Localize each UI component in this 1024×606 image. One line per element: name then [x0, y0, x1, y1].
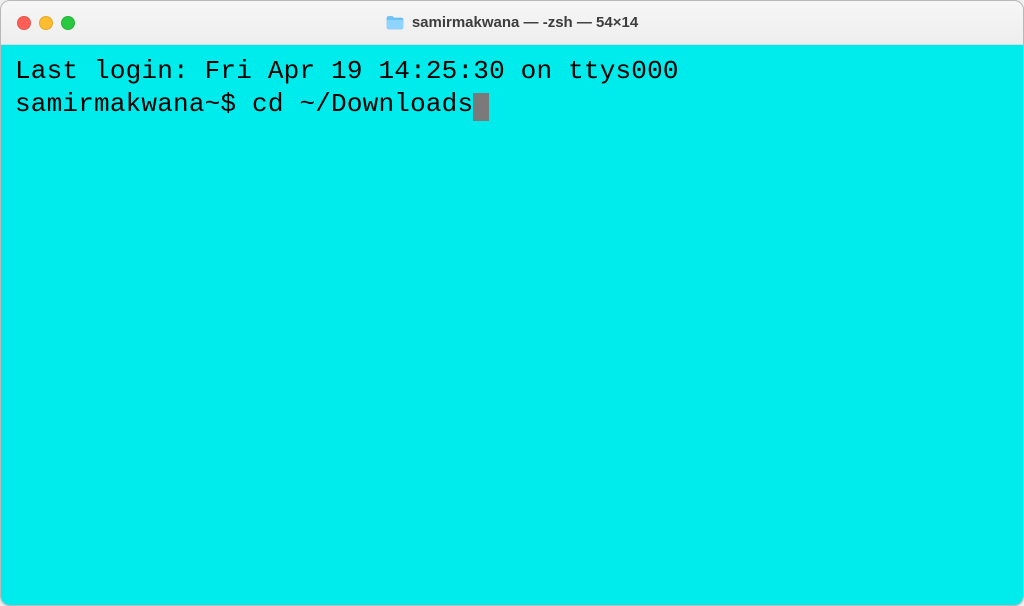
folder-icon	[386, 16, 404, 30]
prompt-line: samirmakwana~$ cd ~/Downloads	[15, 88, 1009, 121]
minimize-button[interactable]	[39, 16, 53, 30]
terminal-body[interactable]: Last login: Fri Apr 19 14:25:30 on ttys0…	[1, 45, 1023, 605]
maximize-button[interactable]	[61, 16, 75, 30]
title-center: samirmakwana — -zsh — 54×14	[1, 14, 1023, 31]
window-title: samirmakwana — -zsh — 54×14	[412, 14, 638, 31]
terminal-window: samirmakwana — -zsh — 54×14 Last login: …	[0, 0, 1024, 606]
close-button[interactable]	[17, 16, 31, 30]
traffic-lights	[17, 16, 75, 30]
command-text: cd ~/Downloads	[252, 89, 473, 119]
cursor	[473, 93, 489, 121]
titlebar[interactable]: samirmakwana — -zsh — 54×14	[1, 1, 1023, 45]
last-login-line: Last login: Fri Apr 19 14:25:30 on ttys0…	[15, 55, 1009, 88]
prompt: samirmakwana~$	[15, 89, 252, 119]
